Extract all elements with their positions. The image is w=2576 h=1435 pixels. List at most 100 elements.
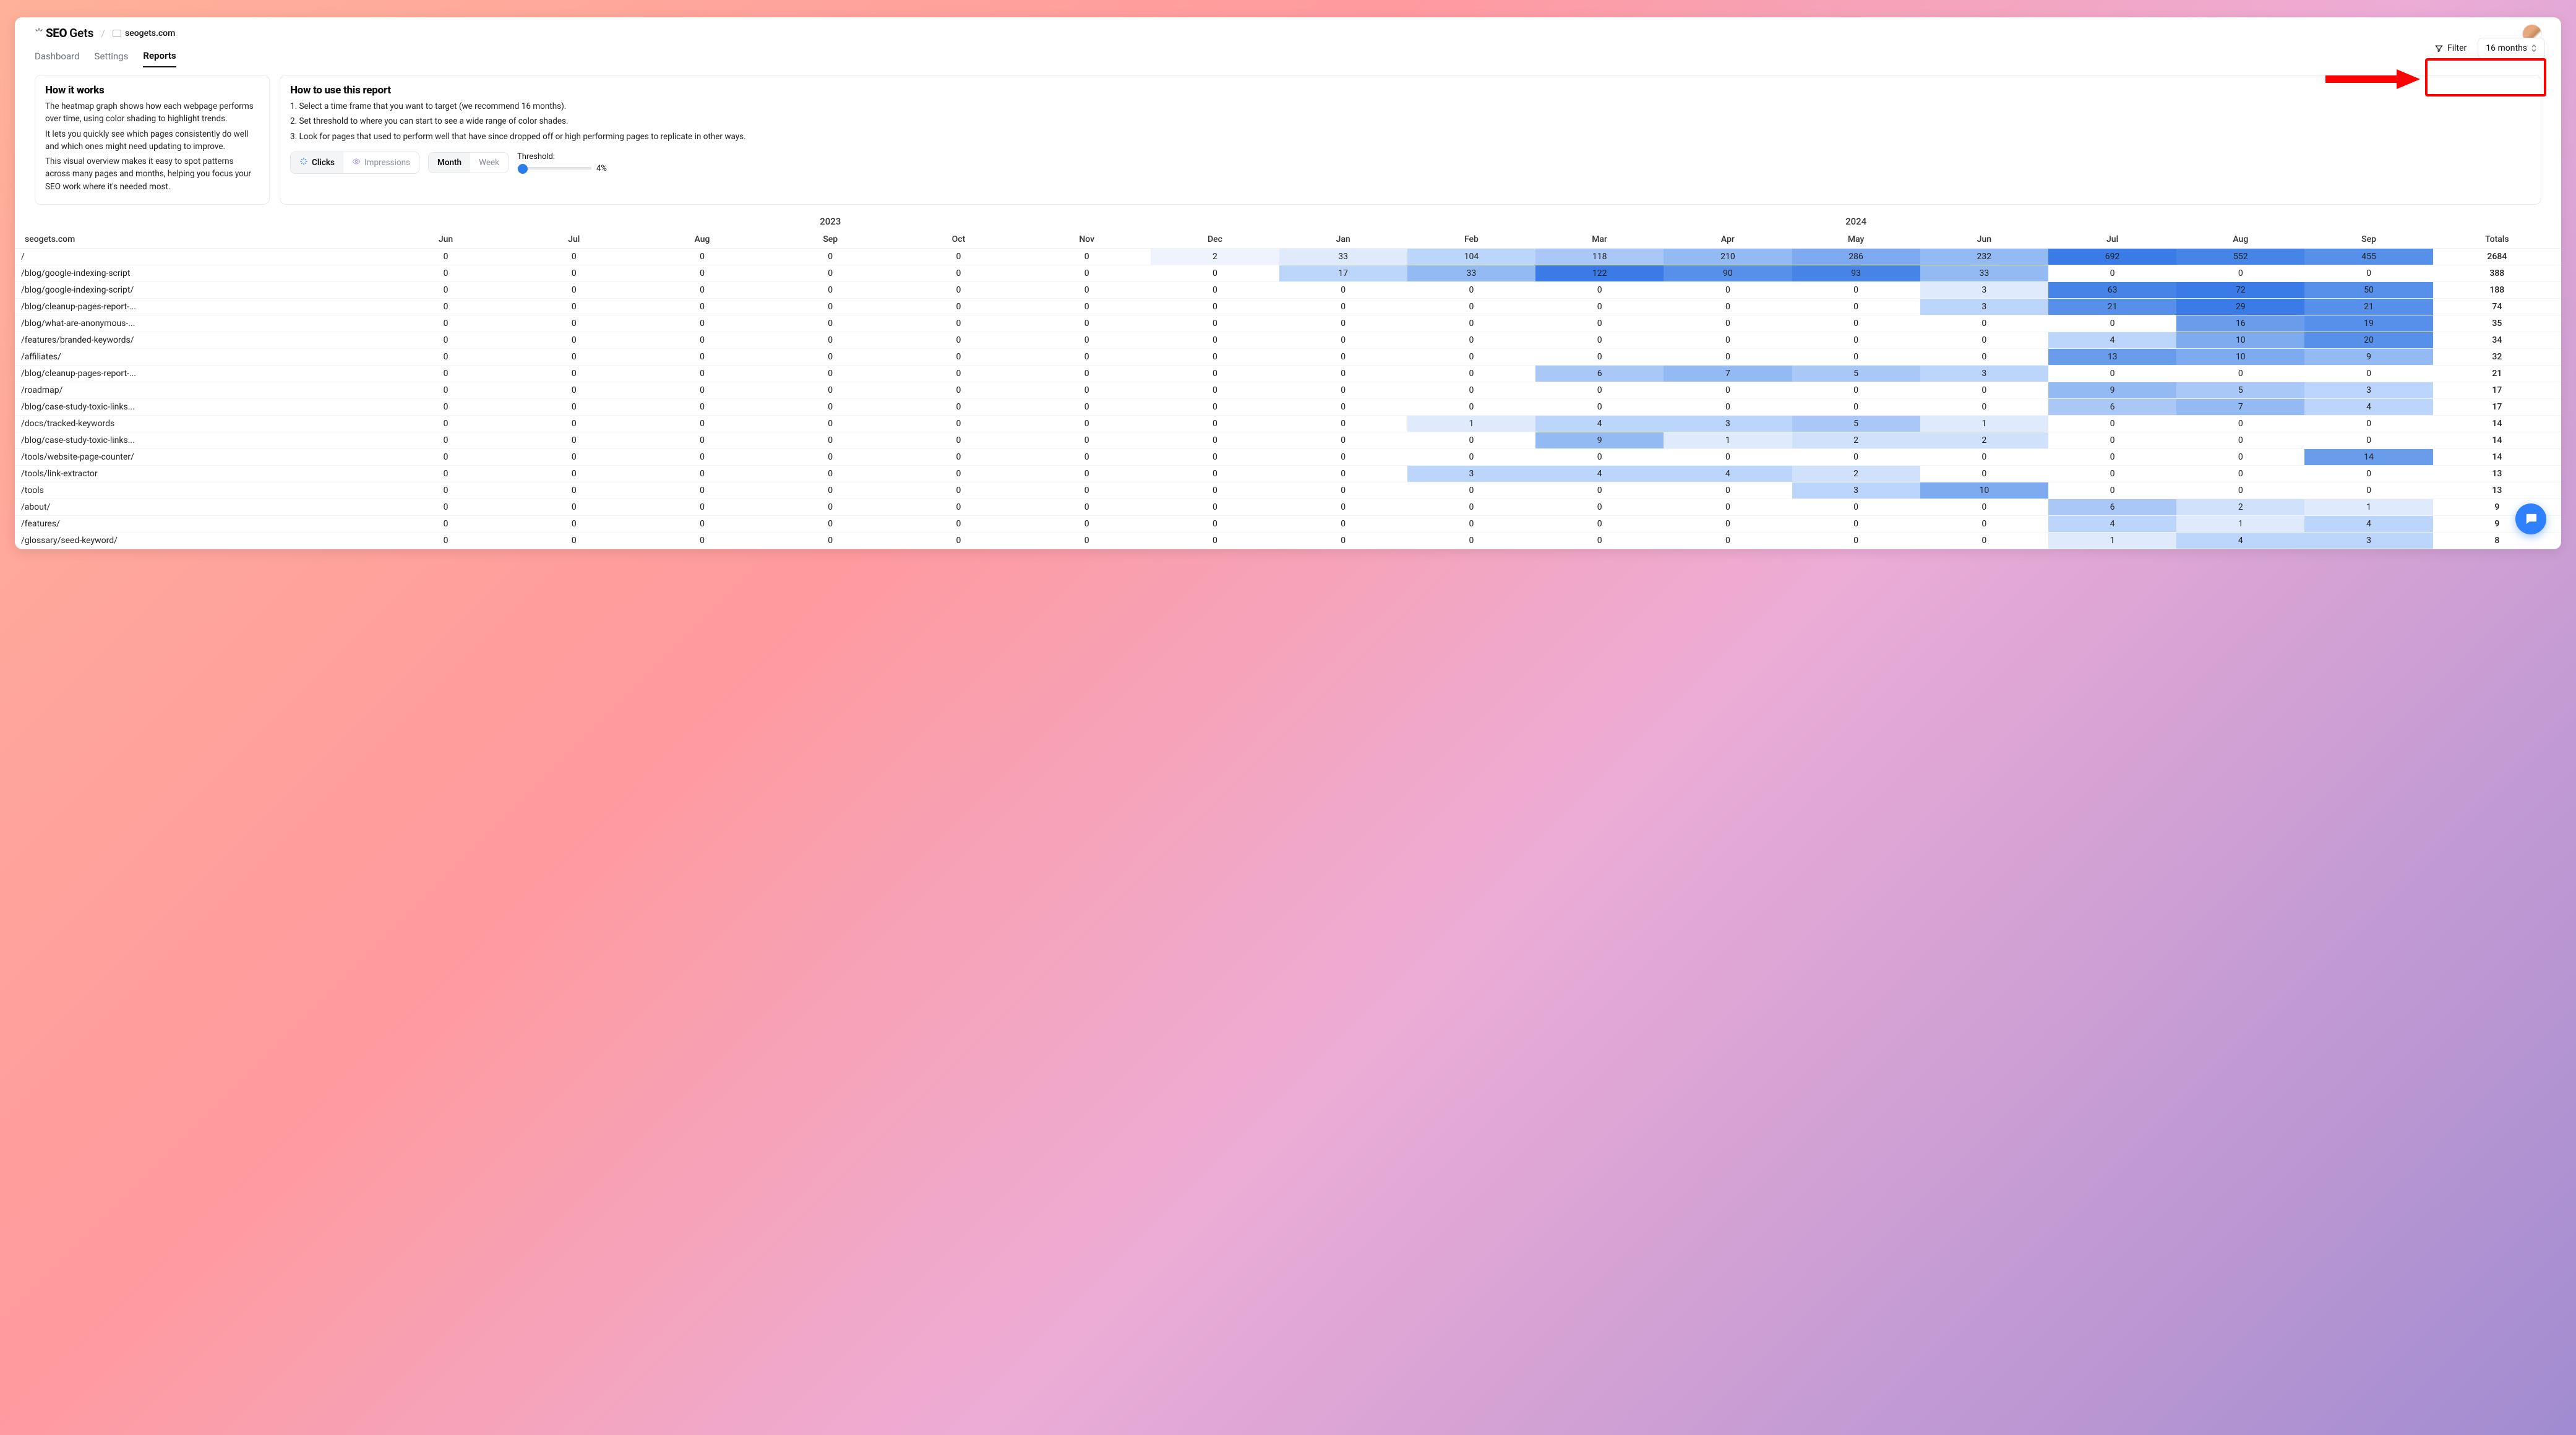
heatmap-cell: 0 (638, 515, 766, 532)
month-header: Jul (2048, 231, 2176, 249)
week-label: Week (479, 158, 499, 168)
month-header: Sep (2304, 231, 2432, 249)
heatmap-cell: 0 (2176, 365, 2304, 382)
heatmap-cell: 0 (1279, 281, 1407, 298)
heatmap-cell: 0 (895, 448, 1023, 465)
url-cell[interactable]: /roadmap/ (15, 382, 382, 398)
heatmap-cell: 0 (2176, 465, 2304, 482)
table-row: /0000002331041182102862326925524552684 (15, 248, 2561, 265)
heatmap-cell: 0 (1023, 281, 1151, 298)
tab-dashboard[interactable]: Dashboard (35, 46, 80, 67)
table-row: /affiliates/00000000000001310932 (15, 348, 2561, 365)
heatmap-cell: 0 (895, 465, 1023, 482)
heatmap-cell: 0 (1279, 432, 1407, 448)
tab-reports[interactable]: Reports (143, 45, 176, 67)
url-cell[interactable]: /features/ (15, 515, 382, 532)
heatmap-cell: 0 (766, 515, 895, 532)
heatmap-cell: 0 (1151, 499, 1279, 515)
table-row: /glossary/seed-keyword/00000000000001438 (15, 532, 2561, 549)
heatmap-cell: 0 (766, 465, 895, 482)
month-header: Feb (1407, 231, 1535, 249)
tab-settings[interactable]: Settings (95, 46, 129, 67)
month-header: Jun (1920, 231, 2048, 249)
url-cell[interactable]: /blog/cleanup-pages-report-... (15, 298, 382, 315)
table-row: /blog/google-indexing-script000000017331… (15, 265, 2561, 281)
heatmap-cell: 1 (2304, 499, 2432, 515)
heatmap-cell: 0 (2304, 265, 2432, 281)
week-toggle[interactable]: Week (470, 153, 508, 173)
heatmap-cell: 0 (766, 382, 895, 398)
slider-thumb-icon[interactable] (518, 164, 528, 174)
heatmap-cell: 0 (1279, 415, 1407, 432)
heatmap-cell: 0 (510, 348, 638, 365)
filter-button[interactable]: Filter (2431, 40, 2470, 57)
url-cell[interactable]: /affiliates/ (15, 348, 382, 365)
info-cards: How it works The heatmap graph shows how… (15, 75, 2561, 212)
logo[interactable]: SEOGets (35, 26, 93, 40)
heatmap-cell: 0 (1151, 348, 1279, 365)
heatmap-cell: 0 (1023, 465, 1151, 482)
heatmap-cell: 13 (2048, 348, 2176, 365)
impressions-label: Impressions (364, 158, 410, 168)
heatmap-cell: 63 (2048, 281, 2176, 298)
heatmap-cell: 0 (638, 365, 766, 382)
heatmap-cell: 0 (510, 499, 638, 515)
month-toggle[interactable]: Month (429, 153, 470, 173)
heatmap-cell: 0 (2048, 482, 2176, 499)
heatmap-cell: 7 (1664, 365, 1792, 382)
heatmap-cell: 0 (1792, 448, 1920, 465)
total-cell: 188 (2433, 281, 2561, 298)
heatmap-cell: 0 (1279, 532, 1407, 549)
heatmap-cell: 0 (766, 348, 895, 365)
heatmap-cell: 0 (510, 365, 638, 382)
heatmap-cell: 90 (1664, 265, 1792, 281)
url-cell[interactable]: /blog/case-study-toxic-links... (15, 398, 382, 415)
site-selector[interactable]: seogets.com (113, 28, 175, 38)
url-cell[interactable]: /features/branded-keywords/ (15, 332, 382, 348)
heatmap-cell: 0 (766, 298, 895, 315)
heatmap-cell: 1 (1920, 415, 2048, 432)
chat-fab[interactable] (2515, 503, 2546, 534)
heatmap-cell: 0 (510, 265, 638, 281)
threshold-slider[interactable] (517, 167, 591, 169)
url-cell[interactable]: /about/ (15, 499, 382, 515)
eye-icon (352, 157, 361, 168)
url-cell[interactable]: /glossary/seed-keyword/ (15, 532, 382, 549)
url-cell[interactable]: /blog/cleanup-pages-report-... (15, 365, 382, 382)
time-range-select[interactable]: 16 months (2478, 38, 2545, 59)
heatmap-cell: 0 (1792, 281, 1920, 298)
impressions-toggle[interactable]: Impressions (343, 152, 419, 173)
heatmap-cell: 0 (1023, 415, 1151, 432)
heatmap-cell: 0 (1023, 348, 1151, 365)
heatmap-cell: 210 (1664, 248, 1792, 265)
url-cell[interactable]: /blog/what-are-anonymous-... (15, 315, 382, 332)
heatmap-cell: 3 (2304, 382, 2432, 398)
heatmap-cell: 0 (766, 499, 895, 515)
table-row: /about/00000000000006219 (15, 499, 2561, 515)
url-cell[interactable]: /tools/link-extractor (15, 465, 382, 482)
heatmap-cell: 0 (1664, 448, 1792, 465)
heatmap-cell: 0 (382, 265, 510, 281)
url-cell[interactable]: /docs/tracked-keywords (15, 415, 382, 432)
total-cell: 17 (2433, 398, 2561, 415)
url-cell[interactable]: /blog/google-indexing-script (15, 265, 382, 281)
total-cell: 2684 (2433, 248, 2561, 265)
site-name: seogets.com (125, 28, 175, 38)
url-cell[interactable]: /blog/case-study-toxic-links... (15, 432, 382, 448)
clicks-toggle[interactable]: Clicks (291, 152, 343, 173)
url-cell[interactable]: / (15, 248, 382, 265)
heatmap-cell: 4 (1664, 465, 1792, 482)
heatmap-cell: 0 (1279, 448, 1407, 465)
heatmap-cell: 0 (1920, 332, 2048, 348)
heatmap-cell: 0 (1023, 332, 1151, 348)
heatmap-cell: 0 (1151, 298, 1279, 315)
heatmap-cell: 0 (510, 382, 638, 398)
total-cell: 74 (2433, 298, 2561, 315)
url-cell[interactable]: /tools (15, 482, 382, 499)
url-cell[interactable]: /blog/google-indexing-script/ (15, 281, 382, 298)
heatmap-cell: 0 (1407, 348, 1535, 365)
url-cell[interactable]: /tools/website-page-counter/ (15, 448, 382, 465)
heatmap-cell: 2 (1792, 465, 1920, 482)
heatmap-cell: 0 (2048, 415, 2176, 432)
heatmap-cell: 5 (1792, 365, 1920, 382)
